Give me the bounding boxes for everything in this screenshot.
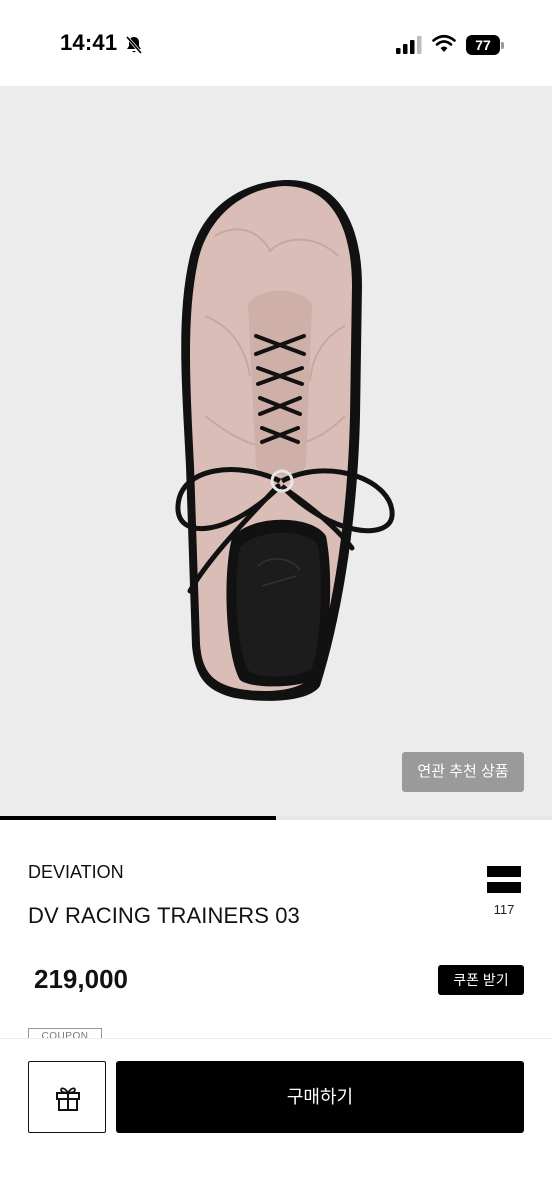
battery-level: 77 (466, 35, 500, 55)
product-image-carousel[interactable]: 연관 추천 상품 (0, 86, 552, 816)
signal-icon (396, 36, 422, 54)
bell-slash-icon (125, 36, 143, 54)
price: 219,000 (34, 964, 128, 994)
brand-name[interactable]: DEVIATION (28, 862, 124, 883)
buy-button[interactable]: 구매하기 (116, 1061, 524, 1133)
get-coupon-button[interactable]: 쿠폰 받기 (438, 965, 524, 995)
status-time: 14:41 (60, 30, 118, 55)
shoe-image (175, 179, 395, 701)
gift-icon (56, 1087, 80, 1111)
like-count: 117 (493, 902, 515, 917)
battery-tip (501, 42, 504, 49)
status-bar: 14:41 77 (0, 0, 552, 86)
carousel-progress-fill (0, 816, 276, 820)
related-products-button[interactable]: 연관 추천 상품 (402, 752, 524, 792)
product-name: DV RACING TRAINERS 03 (28, 903, 300, 928)
battery-icon: 77 (466, 35, 504, 55)
equals-icon (487, 866, 521, 894)
wifi-icon (432, 34, 456, 52)
bottom-action-bar: 구매하기 (0, 1038, 552, 1200)
like-button[interactable]: 117 (484, 866, 524, 926)
carousel-progress (0, 816, 552, 820)
gift-button[interactable] (28, 1061, 106, 1133)
